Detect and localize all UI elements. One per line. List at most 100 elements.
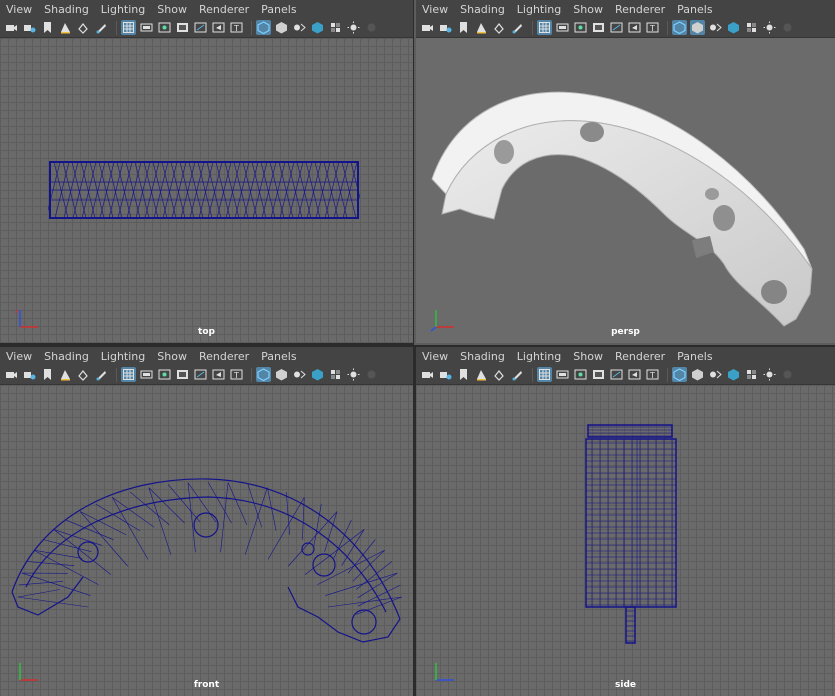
- field-chart-icon[interactable]: [193, 367, 208, 382]
- menu-panels[interactable]: Panels: [677, 350, 712, 363]
- field-chart-icon[interactable]: [193, 20, 208, 35]
- viewport-pane-front[interactable]: View Shading Lighting Show Renderer Pane…: [0, 347, 413, 696]
- camera-attr-icon[interactable]: [438, 20, 453, 35]
- menu-shading[interactable]: Shading: [44, 350, 89, 363]
- film-gate-icon[interactable]: [139, 367, 154, 382]
- menu-show[interactable]: Show: [573, 3, 603, 16]
- smooth-shade-icon[interactable]: [274, 20, 289, 35]
- menu-renderer[interactable]: Renderer: [615, 350, 665, 363]
- menu-show[interactable]: Show: [573, 350, 603, 363]
- safe-title-icon[interactable]: T: [645, 20, 660, 35]
- camera-icon[interactable]: [420, 367, 435, 382]
- bookmark-icon[interactable]: [456, 20, 471, 35]
- resolution-gate-icon[interactable]: [157, 20, 172, 35]
- viewport-pane-side[interactable]: View Shading Lighting Show Renderer Pane…: [416, 347, 835, 696]
- resolution-gate-icon[interactable]: [573, 20, 588, 35]
- safe-title-icon[interactable]: T: [229, 20, 244, 35]
- menu-shading[interactable]: Shading: [44, 3, 89, 16]
- image-plane-icon[interactable]: [58, 367, 73, 382]
- viewport-pane-top[interactable]: View Shading Lighting Show Renderer Pane…: [0, 0, 413, 343]
- shadows-icon[interactable]: [744, 367, 759, 382]
- camera-icon[interactable]: [4, 20, 19, 35]
- safe-action-icon[interactable]: [211, 20, 226, 35]
- lighting-icon[interactable]: [708, 367, 723, 382]
- image-plane-icon[interactable]: [58, 20, 73, 35]
- ambient-occlusion-icon[interactable]: [346, 367, 361, 382]
- grease-pencil-icon[interactable]: [94, 20, 109, 35]
- wireframe-icon[interactable]: [256, 367, 271, 382]
- menu-panels[interactable]: Panels: [261, 3, 296, 16]
- camera-attr-icon[interactable]: [22, 367, 37, 382]
- menu-show[interactable]: Show: [157, 350, 187, 363]
- film-gate-icon[interactable]: [555, 367, 570, 382]
- safe-action-icon[interactable]: [211, 367, 226, 382]
- viewport-canvas[interactable]: side: [416, 385, 835, 696]
- gate-mask-icon[interactable]: [591, 20, 606, 35]
- grid-icon[interactable]: [537, 20, 552, 35]
- menu-renderer[interactable]: Renderer: [199, 350, 249, 363]
- 2d-pan-icon[interactable]: [76, 367, 91, 382]
- wireframe-icon[interactable]: [256, 20, 271, 35]
- menu-lighting[interactable]: Lighting: [517, 350, 561, 363]
- menu-show[interactable]: Show: [157, 3, 187, 16]
- resolution-gate-icon[interactable]: [157, 367, 172, 382]
- ambient-occlusion-icon[interactable]: [762, 367, 777, 382]
- 2d-pan-icon[interactable]: [492, 20, 507, 35]
- grease-pencil-icon[interactable]: [94, 367, 109, 382]
- gate-mask-icon[interactable]: [175, 20, 190, 35]
- menu-lighting[interactable]: Lighting: [101, 3, 145, 16]
- 2d-pan-icon[interactable]: [76, 20, 91, 35]
- field-chart-icon[interactable]: [609, 20, 624, 35]
- grid-icon[interactable]: [121, 20, 136, 35]
- film-gate-icon[interactable]: [139, 20, 154, 35]
- safe-title-icon[interactable]: T: [645, 367, 660, 382]
- gate-mask-icon[interactable]: [591, 367, 606, 382]
- textured-icon[interactable]: [310, 20, 325, 35]
- field-chart-icon[interactable]: [609, 367, 624, 382]
- light-icon[interactable]: [780, 20, 795, 35]
- bookmark-icon[interactable]: [40, 20, 55, 35]
- bookmark-icon[interactable]: [40, 367, 55, 382]
- menu-panels[interactable]: Panels: [677, 3, 712, 16]
- grease-pencil-icon[interactable]: [510, 20, 525, 35]
- viewport-canvas[interactable]: persp: [416, 38, 835, 343]
- menu-view[interactable]: View: [422, 350, 448, 363]
- camera-icon[interactable]: [420, 20, 435, 35]
- bookmark-icon[interactable]: [456, 367, 471, 382]
- safe-action-icon[interactable]: [627, 367, 642, 382]
- lighting-icon[interactable]: [708, 20, 723, 35]
- lighting-icon[interactable]: [292, 20, 307, 35]
- camera-icon[interactable]: [4, 367, 19, 382]
- menu-lighting[interactable]: Lighting: [101, 350, 145, 363]
- camera-attr-icon[interactable]: [438, 367, 453, 382]
- menu-view[interactable]: View: [6, 350, 32, 363]
- menu-renderer[interactable]: Renderer: [199, 3, 249, 16]
- menu-renderer[interactable]: Renderer: [615, 3, 665, 16]
- film-gate-icon[interactable]: [555, 20, 570, 35]
- textured-icon[interactable]: [726, 20, 741, 35]
- menu-lighting[interactable]: Lighting: [517, 3, 561, 16]
- smooth-shade-icon[interactable]: [690, 20, 705, 35]
- textured-icon[interactable]: [726, 367, 741, 382]
- grid-icon[interactable]: [121, 367, 136, 382]
- ambient-occlusion-icon[interactable]: [762, 20, 777, 35]
- image-plane-icon[interactable]: [474, 367, 489, 382]
- safe-title-icon[interactable]: T: [229, 367, 244, 382]
- light-icon[interactable]: [364, 20, 379, 35]
- lighting-icon[interactable]: [292, 367, 307, 382]
- menu-panels[interactable]: Panels: [261, 350, 296, 363]
- light-icon[interactable]: [364, 367, 379, 382]
- shadows-icon[interactable]: [744, 20, 759, 35]
- 2d-pan-icon[interactable]: [492, 367, 507, 382]
- shadows-icon[interactable]: [328, 367, 343, 382]
- menu-view[interactable]: View: [6, 3, 32, 16]
- shadows-icon[interactable]: [328, 20, 343, 35]
- camera-attr-icon[interactable]: [22, 20, 37, 35]
- viewport-canvas[interactable]: x top: [0, 38, 413, 343]
- wireframe-icon[interactable]: [672, 20, 687, 35]
- image-plane-icon[interactable]: [474, 20, 489, 35]
- light-icon[interactable]: [780, 367, 795, 382]
- wireframe-icon[interactable]: [672, 367, 687, 382]
- ambient-occlusion-icon[interactable]: [346, 20, 361, 35]
- smooth-shade-icon[interactable]: [690, 367, 705, 382]
